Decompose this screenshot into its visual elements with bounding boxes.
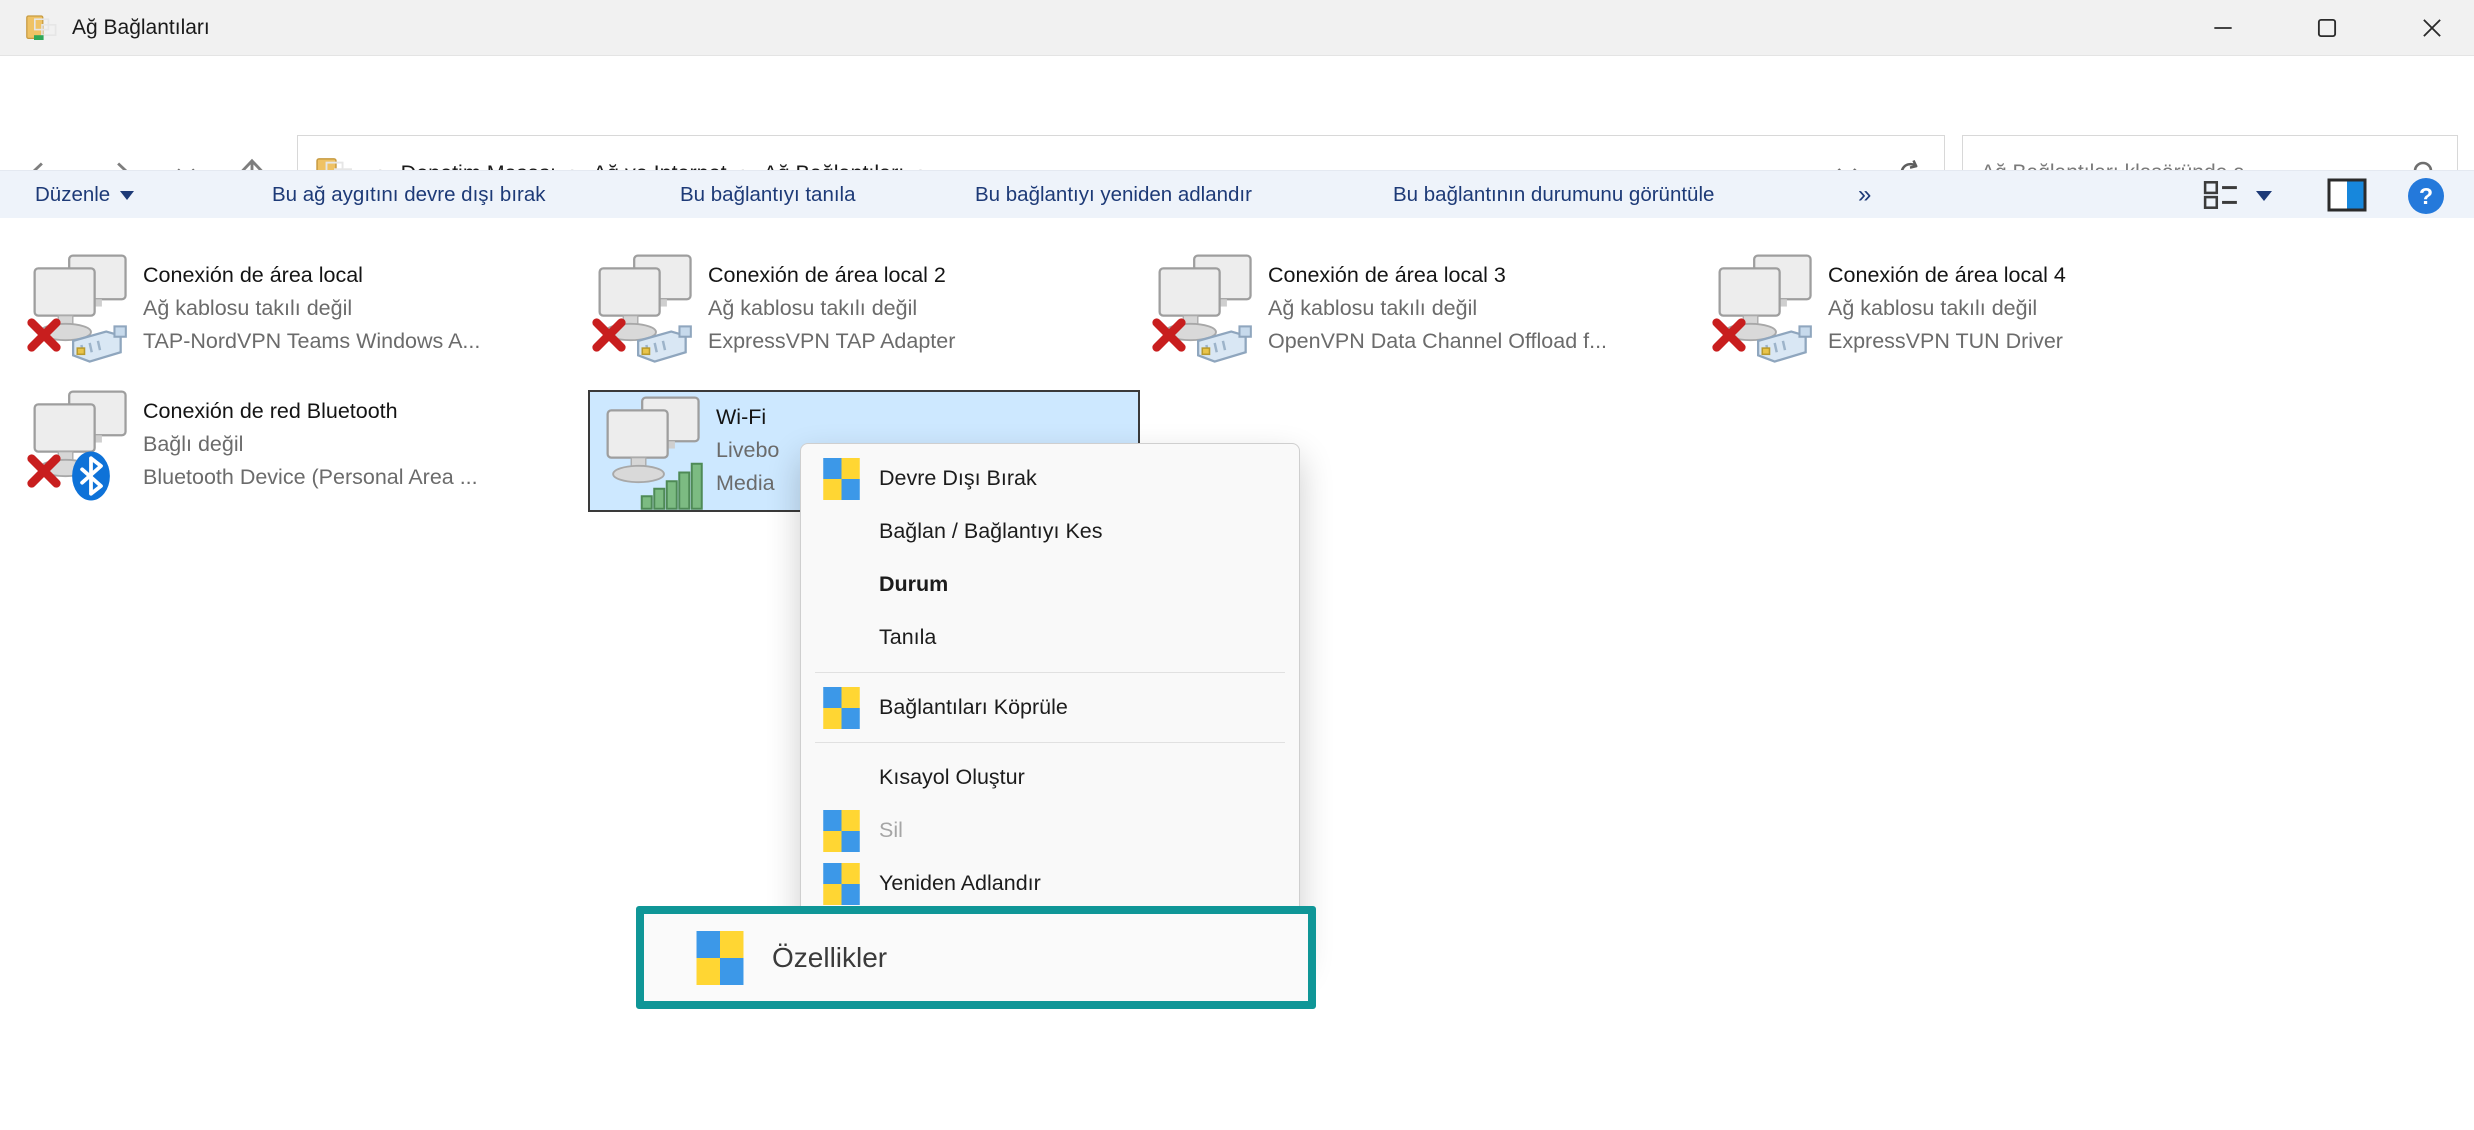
ethernet-adapter-icon bbox=[25, 252, 143, 374]
connection-device: Media bbox=[716, 467, 779, 500]
connection-name: Conexión de red Bluetooth bbox=[143, 394, 478, 428]
menu-item-label: Sil bbox=[879, 818, 903, 843]
connection-status: Bağlı değil bbox=[143, 428, 478, 461]
menu-item-label: Tanıla bbox=[879, 625, 936, 650]
uac-shield-icon bbox=[823, 809, 863, 853]
connection-status: Ağ kablosu takılı değil bbox=[1828, 292, 2066, 325]
preview-pane-button[interactable] bbox=[2327, 179, 2367, 211]
ethernet-plug-icon bbox=[1754, 324, 1816, 366]
menu-item-bridge-connections[interactable]: Bağlantıları Köprüle bbox=[801, 681, 1299, 734]
close-button[interactable] bbox=[2399, 0, 2465, 56]
help-button[interactable]: ? bbox=[2408, 178, 2444, 214]
preview-pane-icon bbox=[2327, 178, 2367, 212]
menu-item-rename[interactable]: Yeniden Adlandır bbox=[801, 857, 1299, 910]
menu-item-connect-disconnect[interactable]: Bağlan / Bağlantıyı Kes bbox=[801, 505, 1299, 558]
view-status-command[interactable]: Bu bağlantının durumunu görüntüle bbox=[1393, 171, 1714, 219]
menu-separator bbox=[815, 672, 1285, 673]
menu-item-status[interactable]: Durum bbox=[801, 558, 1299, 611]
title-bar: Ağ Bağlantıları bbox=[0, 0, 2474, 56]
connection-device: Bluetooth Device (Personal Area ... bbox=[143, 461, 478, 494]
menu-item-create-shortcut[interactable]: Kısayol Oluştur bbox=[801, 751, 1299, 804]
menu-item-diagnose[interactable]: Tanıla bbox=[801, 611, 1299, 664]
menu-item-label: Bağlantıları Köprüle bbox=[879, 695, 1068, 720]
disconnected-x-icon bbox=[590, 316, 628, 354]
disconnected-x-icon bbox=[25, 452, 63, 490]
maximize-icon bbox=[2314, 15, 2340, 41]
connection-status: Ağ kablosu takılı değil bbox=[708, 292, 955, 325]
connection-status: Ağ kablosu takılı değil bbox=[1268, 292, 1607, 325]
uac-shield-icon bbox=[823, 686, 863, 730]
menu-icon-spacer bbox=[823, 756, 863, 800]
menu-icon-spacer bbox=[823, 616, 863, 660]
ethernet-plug-icon bbox=[69, 324, 131, 366]
connection-item-local-3[interactable]: Conexión de área local 3 Ağ kablosu takı… bbox=[1150, 252, 1702, 374]
connection-status: Livebo bbox=[716, 434, 779, 467]
command-toolbar: Düzenle Bu ağ aygıtını devre dışı bırak … bbox=[0, 170, 2474, 218]
menu-item-label: Yeniden Adlandır bbox=[879, 871, 1041, 896]
connection-status: Ağ kablosu takılı değil bbox=[143, 292, 480, 325]
diagnose-connection-command[interactable]: Bu bağlantıyı tanıla bbox=[680, 171, 856, 219]
connection-name: Conexión de área local 3 bbox=[1268, 258, 1607, 292]
connection-device: ExpressVPN TAP Adapter bbox=[708, 325, 955, 358]
uac-shield-icon bbox=[823, 457, 863, 501]
ethernet-adapter-icon bbox=[1150, 252, 1268, 374]
menu-icon-spacer bbox=[823, 510, 863, 554]
list-view-icon bbox=[2203, 179, 2239, 211]
disconnected-x-icon bbox=[1150, 316, 1188, 354]
connection-name: Conexión de área local 4 bbox=[1828, 258, 2066, 292]
bluetooth-adapter-icon bbox=[25, 388, 143, 510]
view-dropdown-icon[interactable] bbox=[2256, 191, 2272, 201]
connection-name: Conexión de área local 2 bbox=[708, 258, 955, 292]
disable-device-command[interactable]: Bu ağ aygıtını devre dışı bırak bbox=[272, 171, 546, 219]
organize-label: Düzenle bbox=[35, 183, 110, 206]
menu-item-label: Durum bbox=[879, 572, 948, 597]
properties-label: Özellikler bbox=[772, 942, 887, 974]
connection-name: Conexión de área local bbox=[143, 258, 480, 292]
connection-item-local-1[interactable]: Conexión de área local Ağ kablosu takılı… bbox=[25, 252, 577, 374]
disconnected-x-icon bbox=[1710, 316, 1748, 354]
menu-item-label: Devre Dışı Bırak bbox=[879, 466, 1037, 491]
menu-item-properties-highlighted[interactable]: Özellikler bbox=[636, 906, 1316, 1009]
network-connections-window: Ağ Bağlantıları › Denetim Masası › Ağ ve… bbox=[0, 0, 2474, 1130]
wifi-adapter-icon bbox=[598, 394, 716, 516]
ethernet-adapter-icon bbox=[590, 252, 708, 374]
close-icon bbox=[2419, 15, 2445, 41]
connection-device: OpenVPN Data Channel Offload f... bbox=[1268, 325, 1607, 358]
navigation-bar: › Denetim Masası › Ağ ve Internet › Ağ B… bbox=[0, 57, 2474, 170]
connection-device: ExpressVPN TUN Driver bbox=[1828, 325, 2066, 358]
window-title: Ağ Bağlantıları bbox=[72, 0, 210, 56]
wifi-signal-bars-icon bbox=[640, 460, 706, 510]
toolbar-overflow-button[interactable]: » bbox=[1858, 171, 1871, 219]
menu-item-delete: Sil bbox=[801, 804, 1299, 857]
connection-item-local-2[interactable]: Conexión de área local 2 Ağ kablosu takı… bbox=[590, 252, 1142, 374]
minimize-icon bbox=[2210, 15, 2236, 41]
rename-connection-command[interactable]: Bu bağlantıyı yeniden adlandır bbox=[975, 171, 1252, 219]
ethernet-plug-icon bbox=[1194, 324, 1256, 366]
disconnected-x-icon bbox=[25, 316, 63, 354]
ethernet-plug-icon bbox=[634, 324, 696, 366]
context-menu: Devre Dışı Bırak Bağlan / Bağlantıyı Kes… bbox=[800, 443, 1300, 960]
menu-item-disable[interactable]: Devre Dışı Bırak bbox=[801, 452, 1299, 505]
menu-item-label: Bağlan / Bağlantıyı Kes bbox=[879, 519, 1103, 544]
menu-icon-spacer bbox=[823, 563, 863, 607]
uac-shield-icon bbox=[696, 931, 744, 985]
organize-menu-button[interactable]: Düzenle bbox=[35, 171, 134, 219]
ethernet-adapter-icon bbox=[1710, 252, 1828, 374]
connection-device: TAP-NordVPN Teams Windows A... bbox=[143, 325, 480, 358]
connection-item-bluetooth[interactable]: Conexión de red Bluetooth Bağlı değil Bl… bbox=[25, 388, 577, 510]
connection-item-local-4[interactable]: Conexión de área local 4 Ağ kablosu takı… bbox=[1710, 252, 2262, 374]
uac-shield-icon bbox=[823, 862, 863, 906]
change-view-button[interactable] bbox=[2203, 179, 2239, 211]
app-icon bbox=[26, 13, 58, 43]
chevron-down-icon bbox=[120, 191, 134, 200]
minimize-button[interactable] bbox=[2190, 0, 2256, 56]
connection-name: Wi-Fi bbox=[716, 400, 779, 434]
bluetooth-icon bbox=[71, 450, 111, 502]
maximize-button[interactable] bbox=[2294, 0, 2360, 56]
menu-item-label: Kısayol Oluştur bbox=[879, 765, 1025, 790]
menu-separator bbox=[815, 742, 1285, 743]
